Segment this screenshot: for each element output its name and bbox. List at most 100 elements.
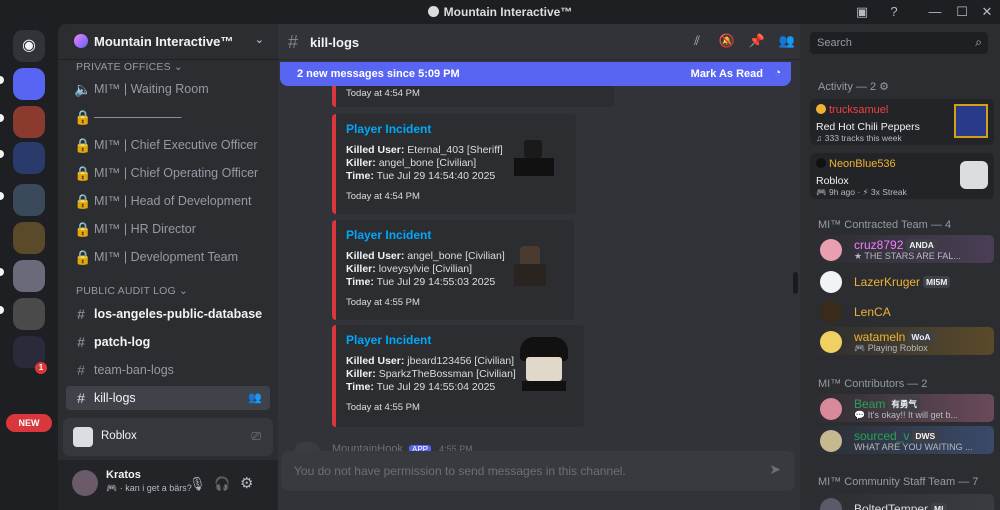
embed-title: Player Incident: [346, 228, 432, 242]
server-icon-6[interactable]: [13, 260, 45, 292]
member-row[interactable]: watameln WoA 🎮 Playing Roblox: [810, 327, 994, 355]
category-private-offices[interactable]: PRIVATE OFFICES ⌄: [76, 61, 183, 73]
channel-kill-logs[interactable]: # kill-logs 👥: [66, 386, 270, 410]
activity-header: Activity — 2 ⚙: [818, 81, 890, 93]
composer-placeholder: You do not have permission to send messa…: [294, 464, 626, 478]
maximize-button[interactable]: ☐: [952, 3, 972, 21]
member-name: BoltedTemper: [854, 502, 929, 510]
member-row[interactable]: LenCA: [810, 297, 994, 325]
lock-icon: 🔒: [74, 109, 92, 125]
avatar[interactable]: [72, 470, 98, 496]
music-icon: ♫: [816, 133, 823, 143]
guild-tag: 有勇气: [888, 397, 920, 411]
minimize-button[interactable]: —: [925, 3, 945, 21]
embed-footer: Today at 4:55 PM: [346, 402, 420, 413]
user-panel: Kratos 🎮 · kan i get a bärs? 🎙 🎧 ⚙: [58, 460, 278, 510]
chat-area: # kill-logs ⫽ 🔕 📌 👥 Today at 4:54 PM 2 n…: [278, 24, 800, 510]
hash-icon: #: [77, 390, 85, 406]
activity-user: trucksamuel: [829, 104, 889, 116]
gear-icon[interactable]: ⚙: [879, 81, 889, 93]
close-button[interactable]: ✕: [977, 3, 997, 21]
incident-embed: Player Incident Killed User: Eternal_403…: [332, 114, 576, 214]
activity-card-music[interactable]: trucksamuel Red Hot Chili Peppers ♫ 333 …: [810, 99, 994, 145]
activity-card-game[interactable]: NeonBlue536 Roblox 🎮 9h ago · ⚡ 3x Strea…: [810, 153, 994, 199]
incident-embed: Player Incident Killed User: angel_bone …: [332, 220, 574, 320]
member-list-icon[interactable]: 👥: [778, 33, 796, 51]
new-messages-label: 2 new messages since 5:09 PM: [297, 68, 460, 80]
inbox-icon[interactable]: ▣: [852, 3, 872, 21]
channel-patch-log[interactable]: # patch-log: [66, 330, 270, 354]
server-icon-4[interactable]: [13, 184, 45, 216]
avatar: [816, 158, 826, 168]
unread-pip: [0, 114, 4, 122]
member-row[interactable]: cruz8792 ANDA ★ THE STARS ARE FAL...: [810, 235, 994, 263]
section-header-staff: MI™ Community Staff Team — 7: [818, 476, 979, 488]
member-name: LazerKruger: [854, 275, 921, 289]
speaker-icon: 🔈: [74, 81, 92, 97]
scrollbar-thumb[interactable]: [793, 272, 798, 294]
pin-icon[interactable]: 📌: [748, 33, 766, 51]
activity-title: Red Hot Chili Peppers: [816, 121, 920, 133]
member-row[interactable]: sourced_v DWS WHAT ARE YOU WAITING ...: [810, 426, 994, 454]
help-icon[interactable]: ?: [884, 3, 904, 21]
message-composer[interactable]: You do not have permission to send messa…: [281, 451, 795, 491]
new-messages-bar[interactable]: 2 new messages since 5:09 PM Mark As Rea…: [280, 62, 791, 86]
guild-header[interactable]: Mountain Interactive™ ⌄: [58, 24, 278, 60]
server-icon-1[interactable]: [13, 68, 45, 100]
server-icon-2[interactable]: [13, 106, 45, 138]
member-row[interactable]: Beam 有勇气 💬 It's okay!! It will get b...: [810, 394, 994, 422]
embed-title: Player Incident: [346, 122, 432, 136]
channel-team-ban-logs[interactable]: # team-ban-logs: [66, 358, 270, 382]
guild-tag: ANDA: [906, 239, 937, 251]
send-icon[interactable]: ➤: [769, 461, 781, 478]
member-name: watameln: [854, 330, 906, 344]
notification-bell-icon[interactable]: 🔕: [718, 33, 736, 51]
threads-icon[interactable]: ⫽: [688, 33, 706, 51]
screen-share-icon[interactable]: ⎚: [251, 429, 261, 444]
avatar-thumbnail[interactable]: [508, 242, 552, 288]
lock-icon: 🔒: [74, 249, 92, 265]
channel-head-of-dev[interactable]: 🔒 MI™ | Head of Development: [66, 189, 270, 213]
server-icon-3[interactable]: [13, 142, 45, 174]
channel-coo[interactable]: 🔒 MI™ | Chief Operating Officer: [66, 161, 270, 185]
incident-embed: Player Incident Killed User: jbeard12345…: [332, 325, 584, 427]
channel-ceo[interactable]: 🔒 MI™ | Chief Executive Officer: [66, 133, 270, 157]
new-servers-badge[interactable]: NEW: [6, 414, 52, 432]
lock-icon: 🔒: [74, 193, 92, 209]
channel-los-angeles-public-database[interactable]: # los-angeles-public-database: [66, 302, 270, 326]
channel-dev-team[interactable]: 🔒 MI™ | Development Team: [66, 245, 270, 269]
headphones-icon[interactable]: 🎧: [214, 476, 230, 492]
category-public-audit-log[interactable]: PUBLIC AUDIT LOG ⌄: [76, 285, 188, 297]
username: Kratos: [106, 469, 141, 481]
mark-read-icon: ◔: [774, 67, 781, 79]
activity-card[interactable]: Roblox ⎚: [63, 418, 273, 456]
member-row[interactable]: BoltedTemper MI: [810, 494, 994, 510]
add-member-icon[interactable]: 👥: [248, 386, 262, 410]
member-list: Search ⌕ Activity — 2 ⚙ trucksamuel Red …: [800, 24, 1000, 510]
server-icon-5[interactable]: [13, 222, 45, 254]
avatar-thumbnail[interactable]: [510, 136, 558, 180]
channel-hr-director[interactable]: 🔒 MI™ | HR Director: [66, 217, 270, 241]
server-rail: ◉ 1 NEW: [0, 24, 58, 510]
search-icon: ⌕: [975, 35, 982, 49]
unread-pip: [0, 268, 4, 276]
microphone-icon[interactable]: 🎙: [189, 476, 206, 492]
discord-home-icon[interactable]: ◉: [13, 30, 45, 62]
guild-tag: WoA: [908, 331, 934, 343]
member-name: LenCA: [854, 305, 891, 319]
embed-footer: Today at 4:54 PM: [346, 88, 420, 99]
section-header-contracted: MI™ Contracted Team — 4: [818, 219, 952, 231]
avatar: [820, 430, 842, 452]
server-icon-7[interactable]: [13, 298, 45, 330]
unread-pip: [0, 192, 4, 200]
mark-as-read-button[interactable]: Mark As Read: [691, 68, 763, 80]
avatar-thumbnail[interactable]: [514, 335, 574, 393]
title-bar: Mountain Interactive™ ▣ ? — ☐ ✕: [0, 0, 1000, 24]
member-row[interactable]: LazerKruger MI5M: [810, 267, 994, 295]
channel-waiting-room[interactable]: 🔈 MI™ | Waiting Room: [66, 77, 270, 101]
hash-icon: #: [77, 334, 85, 350]
search-input[interactable]: Search ⌕: [810, 32, 988, 54]
gear-icon[interactable]: ⚙: [240, 474, 253, 492]
avatar: [820, 331, 842, 353]
channel-divider[interactable]: 🔒 ———————: [66, 105, 270, 129]
